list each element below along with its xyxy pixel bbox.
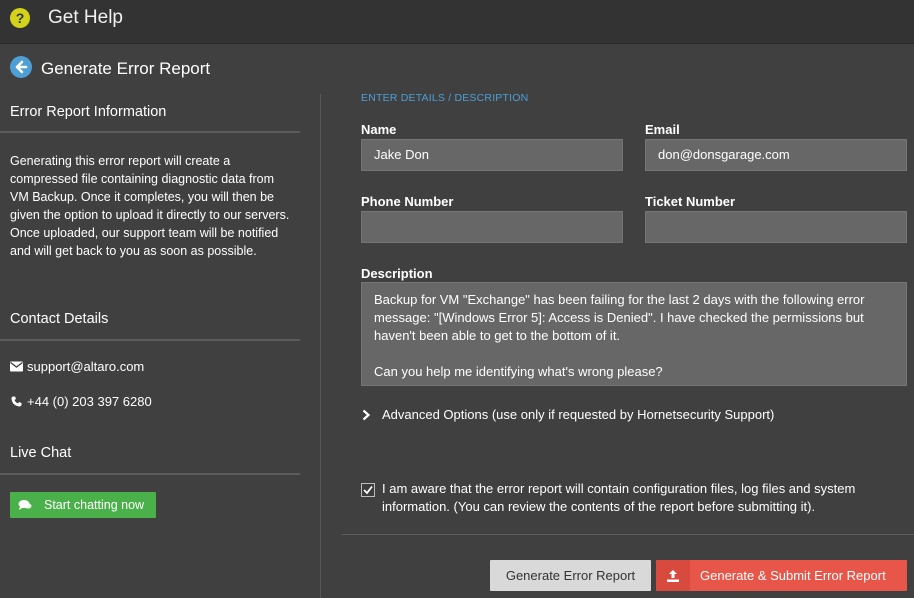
start-chat-label: Start chatting now — [44, 498, 145, 512]
divider — [0, 131, 300, 133]
live-chat-heading: Live Chat — [10, 445, 72, 461]
generate-submit-button[interactable]: Generate & Submit Error Report — [656, 560, 907, 591]
contact-phone-row: +44 (0) 203 397 6280 — [10, 394, 152, 409]
description-label: Description — [361, 266, 433, 281]
phone-input[interactable] — [361, 211, 623, 243]
ticket-input[interactable] — [645, 211, 907, 243]
divider — [0, 473, 300, 475]
envelope-icon — [10, 361, 23, 372]
phone-icon — [11, 396, 22, 407]
name-label: Name — [361, 122, 397, 137]
divider — [0, 339, 300, 341]
phone-label: Phone Number — [361, 194, 454, 209]
generate-submit-label: Generate & Submit Error Report — [700, 568, 886, 583]
generate-report-button[interactable]: Generate Error Report — [490, 560, 651, 591]
divider — [341, 534, 914, 535]
description-textarea[interactable]: Backup for VM "Exchange" has been failin… — [361, 282, 907, 386]
chevron-right-icon — [362, 409, 371, 420]
info-text: Generating this error report will create… — [10, 154, 290, 258]
contact-details-heading: Contact Details — [10, 311, 109, 327]
page-title: Generate Error Report — [41, 59, 211, 78]
start-chat-button[interactable]: Start chatting now — [10, 492, 156, 518]
contact-phone: +44 (0) 203 397 6280 — [27, 394, 152, 409]
ticket-label: Ticket Number — [645, 194, 736, 209]
app-title: Get Help — [48, 7, 123, 28]
name-input[interactable]: Jake Don — [361, 139, 623, 171]
upload-icon — [656, 560, 690, 591]
email-label: Email — [645, 122, 680, 137]
back-arrow-icon[interactable] — [10, 56, 32, 78]
acknowledge-text: I am aware that the error report will co… — [382, 481, 856, 514]
form-section-tag: ENTER DETAILS / DESCRIPTION — [361, 92, 529, 104]
acknowledge-row: I am aware that the error report will co… — [361, 480, 901, 516]
chat-bubble-icon — [18, 500, 32, 510]
vertical-divider — [320, 94, 321, 598]
acknowledge-checkbox[interactable] — [361, 483, 375, 497]
help-icon: ? — [10, 8, 30, 28]
error-report-info-heading: Error Report Information — [10, 104, 167, 120]
description-paragraph: Backup for VM "Exchange" has been failin… — [374, 292, 865, 343]
top-bar: ? Get Help — [0, 0, 914, 44]
contact-email-row[interactable]: support@altaro.com — [10, 359, 144, 374]
advanced-options-label: Advanced Options (use only if requested … — [382, 407, 775, 422]
contact-email[interactable]: support@altaro.com — [27, 359, 144, 374]
checkmark-icon — [363, 485, 373, 495]
advanced-options-toggle[interactable]: Advanced Options (use only if requested … — [361, 407, 774, 422]
description-paragraph: Can you help me identifying what's wrong… — [374, 364, 663, 379]
email-input[interactable]: don@donsgarage.com — [645, 139, 907, 171]
